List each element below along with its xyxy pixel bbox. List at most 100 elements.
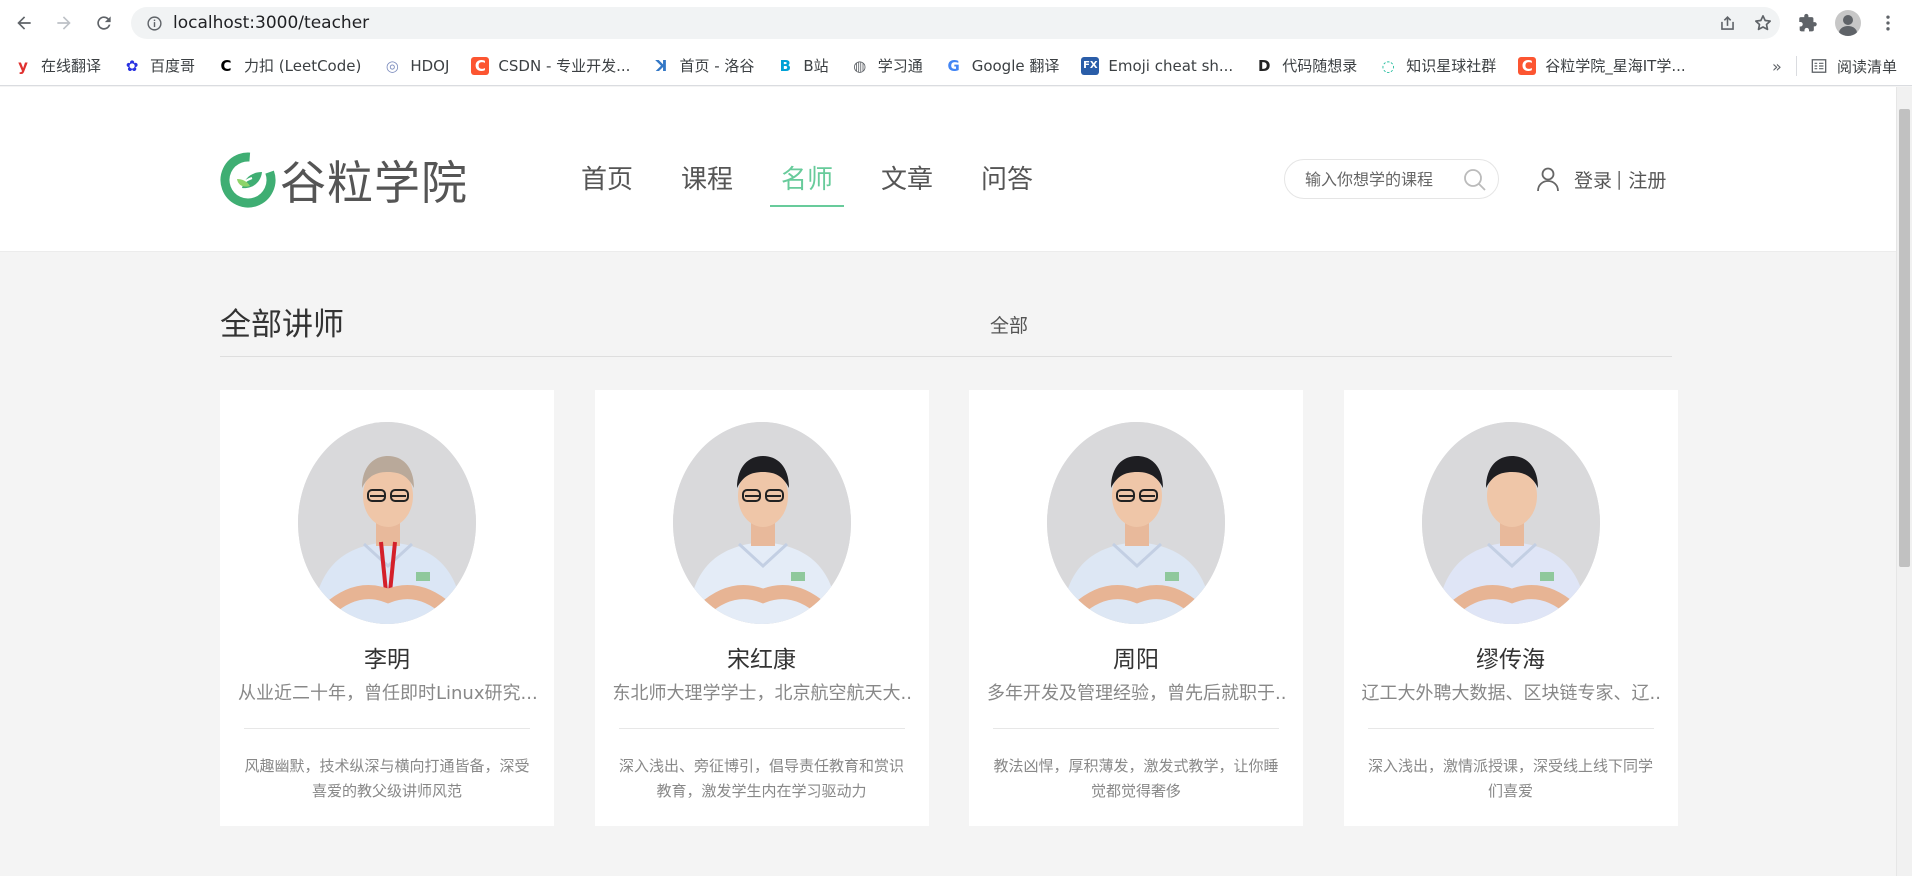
- nav-item[interactable]: 课程: [670, 147, 744, 227]
- teacher-avatar[interactable]: [672, 422, 851, 624]
- more-vertical-icon: [1886, 15, 1890, 31]
- profile-icon: [1835, 10, 1861, 36]
- nav-item[interactable]: 名师: [770, 147, 844, 227]
- page-scrollbar[interactable]: [1896, 87, 1912, 876]
- login-separator: |: [1616, 168, 1623, 190]
- bookmark-item[interactable]: ◍ 学习通: [851, 55, 923, 76]
- nav-item[interactable]: 文章: [870, 147, 944, 227]
- share-icon[interactable]: [1716, 12, 1738, 34]
- user-icon: [1537, 167, 1559, 192]
- login-link[interactable]: 登录: [1574, 166, 1612, 193]
- teacher-list: 李明从业近二十年，曾任即时Linux研究... 风趣幽默，技术纵深与横向打通皆备，…: [220, 390, 1678, 830]
- address-bar[interactable]: localhost:3000/teacher: [131, 7, 1780, 39]
- bookmarks-divider: [1796, 56, 1797, 76]
- filter-all[interactable]: 全部: [990, 311, 1028, 338]
- csdn-icon: C: [1518, 56, 1537, 75]
- forward-button[interactable]: [44, 3, 84, 43]
- bookmark-label: 首页 - 洛谷: [679, 57, 755, 75]
- bookmark-item[interactable]: G Google 翻译: [945, 55, 1060, 76]
- search-input[interactable]: [1305, 169, 1455, 189]
- teacher-career: 深入浅出，激情派授课，深受线上线下同学们喜爱: [1367, 757, 1653, 800]
- teacher-avatar[interactable]: [1047, 422, 1225, 624]
- teacher-name[interactable]: 周阳: [969, 640, 1303, 674]
- emoji-icon: FX: [1081, 56, 1100, 75]
- arrow-left-icon: [17, 16, 31, 30]
- nav-item[interactable]: 问答: [970, 147, 1044, 227]
- bookmark-item[interactable]: ✿ 百度哥: [123, 55, 195, 76]
- teacher-card[interactable]: 周阳多年开发及管理经验，曾先后就职于... 教法凶悍，厚积薄发，激发式教学，让你睡…: [969, 390, 1303, 826]
- bookmark-label: B站: [803, 57, 829, 75]
- leetcode-icon: C: [220, 56, 232, 75]
- card-divider: [993, 728, 1279, 729]
- section-title: 全部讲师: [220, 307, 344, 343]
- card-divider: [618, 728, 905, 729]
- bookmark-item[interactable]: B B站: [776, 55, 829, 76]
- teacher-card[interactable]: 缪传海 辽工大外聘大数据、区块链专家、辽... 深入浅出，激情派授课，深受线上线下同…: [1343, 390, 1678, 826]
- teacher-intro: 多年开发及管理经验，曾先后就职于...: [987, 683, 1285, 704]
- bookmark-label: 谷粒学院_星海IT学...: [1545, 57, 1686, 75]
- teacher-career: 深入浅出、旁征博引，倡导责任教育和赏识教育，激发学生内在学习驱动力: [618, 757, 904, 800]
- back-button[interactable]: [4, 3, 44, 43]
- reading-list-button[interactable]: 阅读清单: [1810, 46, 1897, 86]
- bookmark-item[interactable]: ꓘ 首页 - 洛谷: [652, 55, 755, 76]
- reading-list-label: 阅读清单: [1837, 57, 1898, 76]
- card-divider: [244, 728, 530, 729]
- code-icon: D: [1257, 56, 1271, 75]
- register-link[interactable]: 注册: [1628, 166, 1666, 193]
- menu-button[interactable]: [1874, 9, 1902, 37]
- bookmarks-bar: y 在线翻译 ✿ 百度哥 C 力扣 (LeetCode) ◎ HDOJ C CSDN - 专业开发…: [0, 46, 1912, 86]
- teacher-card[interactable]: 李明从业近二十年，曾任即时Linux研究... 风趣幽默，技术纵深与横向打通皆备，…: [220, 390, 554, 826]
- bookmark-label: 知识星球社群: [1406, 57, 1497, 75]
- teacher-name[interactable]: 缪传海: [1344, 640, 1678, 674]
- bookmark-label: CSDN - 专业开发...: [498, 57, 631, 75]
- zsxq-icon: ◌: [1381, 56, 1395, 75]
- bookmark-label: 学习通: [877, 57, 923, 75]
- bookmark-item[interactable]: ◌ 知识星球社群: [1379, 55, 1497, 76]
- teacher-career: 教法凶悍，厚积薄发，激发式教学，让你睡觉都觉得奢侈: [993, 757, 1279, 800]
- profile-avatar[interactable]: [1834, 9, 1862, 37]
- course-search[interactable]: [1284, 159, 1499, 199]
- site-header: 谷粒学院 首页课程名师文章问答 登录 | 注册: [0, 87, 1896, 252]
- browser-toolbar: localhost:3000/teacher: [0, 0, 1912, 46]
- reload-icon: [97, 16, 111, 30]
- bookmark-item[interactable]: C 谷粒学院_星海IT学...: [1518, 55, 1686, 76]
- globe-icon: ◍: [853, 56, 867, 75]
- search-icon[interactable]: [1462, 167, 1488, 193]
- bookmark-item[interactable]: C 力扣 (LeetCode): [217, 55, 362, 76]
- teacher-name[interactable]: 李明: [220, 640, 554, 674]
- youdao-icon: y: [18, 56, 28, 75]
- teacher-intro: 东北师大理学学士，北京航空航天大...: [612, 683, 911, 704]
- bookmark-item[interactable]: ◎ HDOJ: [383, 56, 450, 75]
- bookmark-label: 在线翻译: [41, 57, 102, 75]
- teacher-name[interactable]: 宋红康: [595, 640, 929, 674]
- extensions-icon[interactable]: [1794, 9, 1822, 37]
- teacher-avatar[interactable]: [1421, 422, 1600, 624]
- teacher-career: 风趣幽默，技术纵深与横向打通皆备，深受喜爱的教父级讲师风范: [244, 757, 530, 800]
- card-divider: [1367, 728, 1654, 729]
- scrollbar-thumb[interactable]: [1899, 109, 1910, 567]
- bookmark-label: Emoji cheat sh...: [1108, 56, 1234, 75]
- bookmark-item[interactable]: y 在线翻译: [14, 55, 101, 76]
- logo-text: 谷粒学院: [280, 156, 468, 210]
- baidu-icon: ✿: [125, 56, 139, 75]
- site-info-icon[interactable]: [139, 8, 169, 38]
- main-nav: 首页 课程 名师 文章 问答: [570, 147, 1070, 227]
- bookmark-item[interactable]: FX Emoji cheat sh...: [1081, 56, 1234, 75]
- bookmark-label: 力扣 (LeetCode): [244, 57, 362, 75]
- user-area: 登录 | 注册: [1536, 163, 1666, 195]
- teacher-avatar[interactable]: [298, 422, 476, 624]
- bookmark-item[interactable]: D 代码随想录: [1255, 55, 1357, 76]
- url-text[interactable]: localhost:3000/teacher: [173, 13, 369, 33]
- reload-button[interactable]: [84, 3, 124, 43]
- bookmark-label: HDOJ: [410, 56, 450, 75]
- site-logo[interactable]: 谷粒学院: [220, 147, 468, 213]
- bookmark-item[interactable]: C CSDN - 专业开发...: [471, 55, 630, 76]
- bookmarks-overflow-button[interactable]: »: [1772, 46, 1782, 86]
- bookmark-label: Google 翻译: [971, 57, 1060, 75]
- teacher-intro: 从业近二十年，曾任即时Linux研究...: [238, 683, 536, 704]
- reading-list-icon: [1810, 57, 1828, 75]
- google-translate-icon: G: [947, 56, 960, 75]
- teacher-card[interactable]: 宋红康东北师大理学学士，北京航空航天大... 深入浅出、旁征博引，倡导责任教育和赏…: [594, 390, 929, 826]
- star-icon[interactable]: [1752, 12, 1774, 34]
- nav-item[interactable]: 首页: [570, 147, 644, 227]
